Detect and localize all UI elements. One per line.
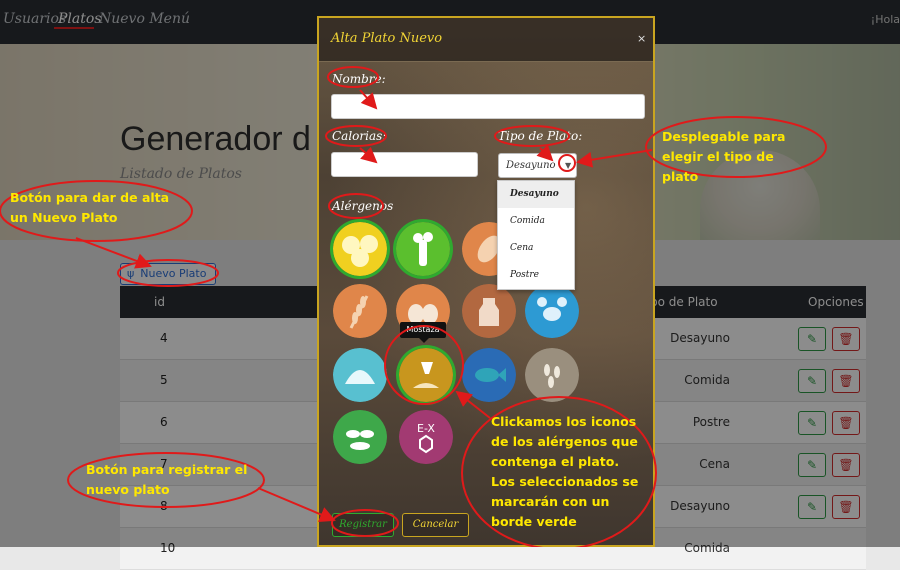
dropdown-option[interactable]: Cena bbox=[498, 235, 574, 262]
crustaceos-icon[interactable] bbox=[525, 284, 579, 338]
annotation-desplegable: Desplegable para elegir el tipo de plato bbox=[662, 129, 786, 184]
svg-text:E-X: E-X bbox=[417, 422, 435, 435]
tipo-plato-select[interactable]: Desayuno ▼ bbox=[498, 153, 577, 178]
pescado-icon[interactable] bbox=[462, 348, 516, 402]
mostaza-icon[interactable] bbox=[399, 348, 453, 402]
dropdown-option[interactable]: Comida bbox=[498, 208, 574, 235]
sesamo-icon[interactable] bbox=[525, 348, 579, 402]
soja-icon[interactable] bbox=[333, 410, 387, 464]
nombre-input[interactable] bbox=[331, 94, 645, 119]
mostaza-tooltip: Mostaza bbox=[400, 322, 446, 338]
cancel-button[interactable]: Cancelar bbox=[402, 513, 469, 537]
calorias-input[interactable] bbox=[331, 152, 478, 177]
modal-title: Alta Plato Nuevo bbox=[331, 31, 443, 46]
modal-header: Alta Plato Nuevo × bbox=[319, 18, 653, 62]
moluscos-icon[interactable] bbox=[333, 348, 387, 402]
apio-icon[interactable] bbox=[396, 222, 450, 276]
dropdown-option[interactable]: Postre bbox=[498, 262, 574, 289]
huevos-alt-icon[interactable] bbox=[333, 222, 387, 276]
tipo-plato-label: Tipo de Plato: bbox=[498, 129, 583, 143]
tooltip-arrow bbox=[419, 338, 429, 343]
annotation-alergenos: Clickamos los iconos de los alérgenos qu… bbox=[491, 414, 639, 529]
annotation-nuevo-plato: Botón para dar de alta un Nuevo Plato bbox=[10, 190, 170, 225]
close-icon[interactable]: × bbox=[637, 32, 646, 45]
nombre-label: Nombre: bbox=[332, 72, 386, 86]
annotation-registrar: Botón para registrar el nuevo plato bbox=[86, 462, 248, 497]
cereales-gluten-icon[interactable] bbox=[333, 284, 387, 338]
alergenos-label: Alérgenos bbox=[332, 199, 394, 213]
tipo-plato-dropdown: Desayuno Comida Cena Postre bbox=[497, 180, 575, 290]
calorias-label: Calorias: bbox=[332, 129, 387, 143]
chevron-down-icon: ▼ bbox=[565, 161, 572, 170]
register-button[interactable]: Registrar bbox=[332, 513, 394, 537]
tipo-plato-selected: Desayuno bbox=[506, 160, 556, 171]
sulfitos-icon[interactable]: E-X bbox=[399, 410, 453, 464]
lacteos-icon[interactable] bbox=[462, 284, 516, 338]
dropdown-option[interactable]: Desayuno bbox=[498, 181, 574, 208]
